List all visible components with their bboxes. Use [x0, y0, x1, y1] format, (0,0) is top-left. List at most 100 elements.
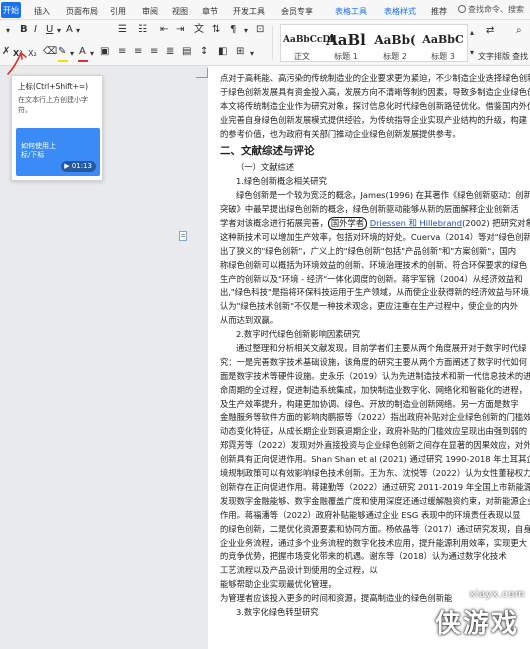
menu-table-tools[interactable]: 表格工具 [335, 6, 367, 17]
superscript-tooltip: 上标(Ctrl+Shift+=) 在文本行上方创建小字符。 如何使用上标/下标 … [11, 75, 103, 181]
cited-authors: Driessen 和 Hillebrand [369, 218, 463, 229]
document-body[interactable]: 点对于高耗能、高污染的传统制造业的企业要求更为紧迫，不少制造企业迭择绿色创新 于绿… [220, 72, 530, 620]
document-line: 1.绿色创新概念相关研究 [236, 176, 327, 187]
styles-scroll-up-icon[interactable]: ▴ [470, 26, 474, 40]
highlight-icon[interactable]: ✎ [58, 45, 66, 59]
document-line: 创新存在正向促进作用。蒋建勤等（2022）通过研究 2011-2019 年全国上… [220, 481, 530, 492]
document-page[interactable]: 点对于高耗能、高污染的传统制造业的企业要求更为紧迫，不少制造企业迭择绿色创新 于绿… [208, 66, 530, 649]
style-heading-2-label: 标题 2 [383, 52, 407, 61]
style-heading-2[interactable]: AaBb( 标题 2 [371, 31, 419, 62]
show-marks-chevron-icon[interactable]: ▾ [244, 24, 248, 38]
bold-button[interactable]: B [20, 23, 28, 37]
tooltip-video-duration[interactable]: ▶ 01:13 [61, 161, 96, 172]
menu-bar: 开始 插入 页面布局 引用 审阅 视图 章节 开发工具 会员专享 表格工具 表格… [0, 0, 530, 20]
justify-icon[interactable]: ≣ [166, 45, 174, 59]
document-line: 通过整理和分析相关文献发现，目前学者们主要从两个角度展开对于数字时代绿 [236, 343, 527, 354]
style-heading-1[interactable]: AaBl 标题 1 [323, 31, 369, 62]
section-heading: 二、文献综述与评论 [220, 145, 315, 158]
clear-format-icon[interactable]: ⌫ [43, 45, 57, 59]
document-line: 发现数字金融能够、数字金融覆盖广度和使用深度还通过缓解融资约束，对新能源企业 [220, 495, 530, 506]
document-line: 郑霓芳等（2022）发现对外直接投资与企业绿色创新之间存在显著的因果效应，对外 [220, 440, 530, 451]
menu-home[interactable]: 开始 [1, 2, 21, 18]
document-line: （一）文献综述 [236, 162, 295, 173]
style-heading-3-label: 标题 3 [431, 52, 455, 61]
document-line: 生产的创新以及"环境 - 经济"一体化调度的创新。蒋宇军锦（2004）从经济效益… [220, 273, 523, 284]
highlight-chevron-icon[interactable]: ▾ [70, 47, 74, 61]
ribbon-toolbar: ▾ B I U ▾ A ▾ ☰ ☷ ⇤ ⇥ 文 ⇅ ¶ ▾ ⊡ ✗ X² X₂ … [0, 20, 530, 75]
document-line: 本文将传统制造企业作为研究对象，探讨信息化时代绿色创新路径优化。借鉴国内外优 [220, 100, 530, 111]
document-line: 点对于高耗能、高污染的传统制造业的企业要求更为紧迫，不少制造企业迭择绿色创新 [220, 73, 530, 83]
text-layout-icon[interactable]: ⇄ [486, 24, 494, 38]
document-line: 这种新技术可以增加生产效率，包括对环境的好处。Cuerva（2014）等对"绿色… [220, 231, 530, 242]
bullets-list-icon[interactable]: ☰ [118, 23, 127, 37]
document-line: 绿色创新是一个较为宽泛的概念，James(1996) 在其著作《绿色创新驱动：创… [236, 190, 530, 201]
align-right-icon[interactable]: ≡ [150, 45, 158, 59]
numbered-list-icon[interactable]: ☷ [138, 23, 147, 37]
document-outline-icon[interactable] [178, 231, 188, 241]
chinese-layout-icon[interactable]: 文 [194, 23, 204, 37]
style-heading-3-preview: AaBbC [422, 33, 464, 46]
tooltip-description: 在文本行上方创建小字符。 [18, 96, 88, 114]
underline-chevron-icon[interactable]: ▾ [57, 24, 61, 38]
font-dropdown-chevron-icon[interactable]: ▾ [6, 24, 10, 38]
underline-button[interactable]: U [46, 23, 53, 37]
document-line: 金融服务等软件方面的影响肉鹏振等（2022）指出政府补贴对企业绿色创新的门槛效 [220, 412, 530, 423]
align-center-icon[interactable]: ≡ [134, 45, 142, 59]
menu-review[interactable]: 审阅 [142, 6, 158, 17]
style-normal[interactable]: AaBbCcDd 正文 [283, 31, 336, 62]
char-shading-icon[interactable]: ▣ [100, 45, 109, 59]
document-line: 命周期的全过程，促进制造系统集成，加快制造业数字化、网络化和智能化的进程， [220, 384, 527, 395]
font-color-chevron-icon[interactable]: ▾ [90, 47, 94, 61]
borders-icon[interactable]: ⊞ [236, 45, 244, 59]
menu-member[interactable]: 会员专享 [281, 6, 313, 17]
play-icon: ▶ [64, 162, 70, 170]
text-layout-button[interactable]: 文字排版 [478, 50, 510, 64]
find-icon[interactable]: ⌕ [516, 24, 522, 38]
menu-references[interactable]: 引用 [110, 6, 126, 17]
document-line-text-rest: Driessen 和 Hillebrand(2002) 把研究对象 [369, 218, 530, 229]
menu-chapter[interactable]: 章节 [202, 6, 218, 17]
highlight-color-swatch [58, 60, 68, 62]
align-left-icon[interactable]: ≡ [118, 45, 126, 59]
styles-scroll-down-icon[interactable]: ▾ [470, 46, 474, 60]
shading-icon[interactable]: ◧ [218, 45, 227, 59]
character-border-icon[interactable]: ⊡ [256, 23, 264, 37]
document-line: 工艺流程以及产品设计到使用的全过程，以 [220, 565, 378, 576]
command-search[interactable]: 查找命令、搜索 [458, 4, 530, 17]
site-watermark: xiayx.com 侠游戏 [365, 579, 525, 643]
borders-chevron-icon[interactable]: ▾ [250, 47, 254, 61]
menu-developer[interactable]: 开发工具 [233, 6, 265, 17]
distributed-icon[interactable]: ▤ [182, 45, 191, 59]
document-line: 出,"绿色科技"是指将环保科技运用于生产领域，从而使企业获得新的经济效益与环境 [220, 287, 529, 298]
show-marks-icon[interactable]: ¶ [230, 23, 236, 37]
sort-icon[interactable]: ⇅ [212, 23, 220, 37]
menu-insert[interactable]: 插入 [34, 6, 50, 17]
font-a-chevron-icon[interactable]: ▾ [76, 24, 80, 38]
highlighted-phrase[interactable]: 国外学者 [327, 217, 368, 231]
document-line: 的参考价值，也为政府有关部门推动企业绿色创新发展提供参考。 [220, 128, 461, 139]
document-line: 从而达到双赢。 [220, 315, 279, 326]
menu-recommend[interactable]: 推荐 [431, 6, 447, 17]
document-line: 认为"绿色技术创新"不仅是一种技术观念，更应注重在生产过程中，使企业的内外 [220, 301, 519, 312]
document-line: 业完善自身绿色创新发展模式提供经验，为传统指导企业实现产业结构的升级，构建 [220, 114, 527, 125]
increase-indent-icon[interactable]: ⇥ [176, 23, 184, 37]
font-color-a-button[interactable]: A [66, 23, 73, 37]
menu-table-style[interactable]: 表格样式 [384, 6, 416, 17]
document-line: 称绿色创新可以概括为环境效益的创新、环境治理技术的创新、符合环保要求的绿色 [220, 259, 527, 270]
ribbon-divider [272, 26, 273, 60]
menu-view[interactable]: 视图 [172, 6, 188, 17]
tooltip-video-card[interactable]: 如何使用上标/下标 ▶ 01:13 [16, 128, 100, 176]
document-line: 境规制政策可以有效影响绿色技术创新。王为东、沈悦等（2022）认为女性董秘权力 [220, 468, 530, 479]
decrease-indent-icon[interactable]: ⇤ [160, 23, 168, 37]
menu-page-layout[interactable]: 页面布局 [66, 6, 98, 17]
font-color-button[interactable]: A [79, 45, 86, 59]
style-heading-3[interactable]: AaBbC 标题 3 [419, 31, 467, 62]
document-line: 创新具有正向促进作用。Shan Shan et al (2021) 通过研究 1… [220, 454, 530, 465]
line-spacing-icon[interactable]: ↕ [200, 45, 208, 59]
document-line: 动态变化特征，从成长期企业到衰退期企业，政府补贴的门槛效应呈现出由强到弱的 [220, 426, 527, 437]
command-search-placeholder: 查找命令、搜索 [468, 5, 524, 14]
page-corner-marker [196, 68, 208, 78]
italic-button[interactable]: I [34, 23, 37, 37]
tooltip-title: 上标(Ctrl+Shift+=) [18, 82, 89, 91]
document-line: 作用。蒋福潘等（2022）政府补贴能够通过企业 ESG 表现中的环境责任表现以显 [220, 509, 521, 520]
